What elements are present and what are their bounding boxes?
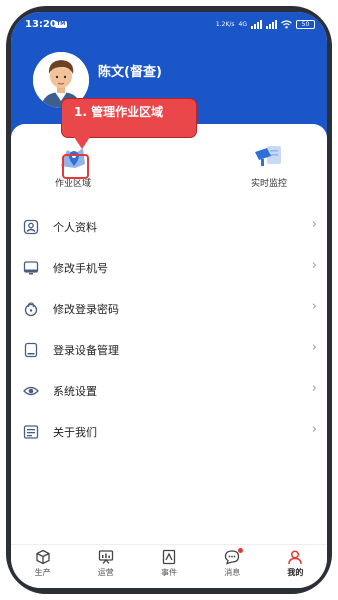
- menu-item-password[interactable]: 修改登录密码 ›: [11, 288, 327, 329]
- menu-label-settings: 系统设置: [53, 385, 97, 398]
- status-chip: TM: [55, 21, 67, 28]
- battery-icon: 50: [296, 19, 315, 29]
- menu-item-profile[interactable]: 个人资料 ›: [11, 206, 327, 247]
- menu-label-about: 关于我们: [53, 426, 97, 439]
- tab-label-events: 事件: [161, 568, 177, 577]
- unread-badge: [238, 548, 244, 553]
- menu-label-phone: 修改手机号: [53, 262, 108, 275]
- flag-icon: [162, 549, 176, 565]
- chevron-right-icon: ›: [311, 299, 317, 314]
- phone-icon: [23, 261, 39, 275]
- chevron-right-icon: ›: [311, 217, 317, 232]
- cube-icon: [35, 549, 50, 565]
- signal-icon-2: [266, 19, 277, 29]
- content-card: 作业区域 实时监控 个人资料 › 修改手机号 › 修改登录密码 › 登录设备管理…: [11, 124, 327, 544]
- network-type: 4G: [238, 20, 247, 28]
- highlight-box: [62, 154, 89, 179]
- tab-label-messages: 消息: [224, 568, 241, 577]
- settings-menu: 个人资料 › 修改手机号 › 修改登录密码 › 登录设备管理 › 系统设置 › …: [11, 206, 327, 452]
- menu-label-password: 修改登录密码: [53, 303, 119, 316]
- chevron-right-icon: ›: [311, 258, 317, 273]
- tab-label-production: 生产: [34, 568, 51, 577]
- tab-messages[interactable]: 消息: [201, 545, 264, 588]
- quick-monitor-label: 实时监控: [250, 179, 287, 189]
- user-icon: [288, 550, 303, 565]
- menu-label-profile: 个人资料: [53, 221, 97, 234]
- callout-text: 1. 管理作业区域: [74, 105, 164, 119]
- chevron-right-icon: ›: [311, 422, 317, 437]
- bottom-tab-bar: 生产 运营 事件 消息 我的: [11, 544, 327, 588]
- tab-label-operations: 运营: [97, 568, 114, 577]
- chart-board-icon: [98, 550, 113, 564]
- tab-events[interactable]: 事件: [137, 545, 200, 588]
- menu-item-about[interactable]: 关于我们 ›: [11, 411, 327, 452]
- network-speed: 1.2K/s: [215, 20, 235, 28]
- tab-operations[interactable]: 运营: [74, 545, 137, 588]
- user-name: 陈文(督查): [98, 65, 162, 80]
- status-time: 13:20: [25, 19, 57, 30]
- eye-icon: [23, 386, 39, 396]
- quick-monitor[interactable]: 实时监控: [229, 138, 309, 189]
- wifi-icon: [281, 19, 292, 28]
- info-doc-icon: [23, 425, 39, 439]
- chevron-right-icon: ›: [311, 381, 317, 396]
- callout-arrow: [74, 137, 90, 149]
- tutorial-callout: 1. 管理作业区域: [61, 98, 197, 138]
- menu-item-settings[interactable]: 系统设置 ›: [11, 370, 327, 411]
- tab-mine[interactable]: 我的: [264, 545, 327, 588]
- tab-production[interactable]: 生产: [11, 545, 74, 588]
- menu-item-phone[interactable]: 修改手机号 ›: [11, 247, 327, 288]
- tab-label-mine: 我的: [287, 568, 304, 577]
- profile-icon: [23, 219, 39, 235]
- chevron-right-icon: ›: [311, 340, 317, 355]
- status-right: 1.2K/s 4G 50: [216, 18, 315, 30]
- menu-item-devices[interactable]: 登录设备管理 ›: [11, 329, 327, 370]
- status-bar: 13:20 TM 1.2K/s 4G 50: [11, 12, 327, 36]
- app-screen: 13:20 TM 1.2K/s 4G 50 陈文(督查) 作业区域 实时监控 个…: [11, 12, 327, 588]
- signal-icon: [251, 19, 262, 29]
- device-icon: [24, 342, 38, 358]
- monitor-camera-icon: [255, 146, 281, 166]
- lock-icon: [24, 302, 38, 317]
- menu-label-devices: 登录设备管理: [53, 344, 119, 357]
